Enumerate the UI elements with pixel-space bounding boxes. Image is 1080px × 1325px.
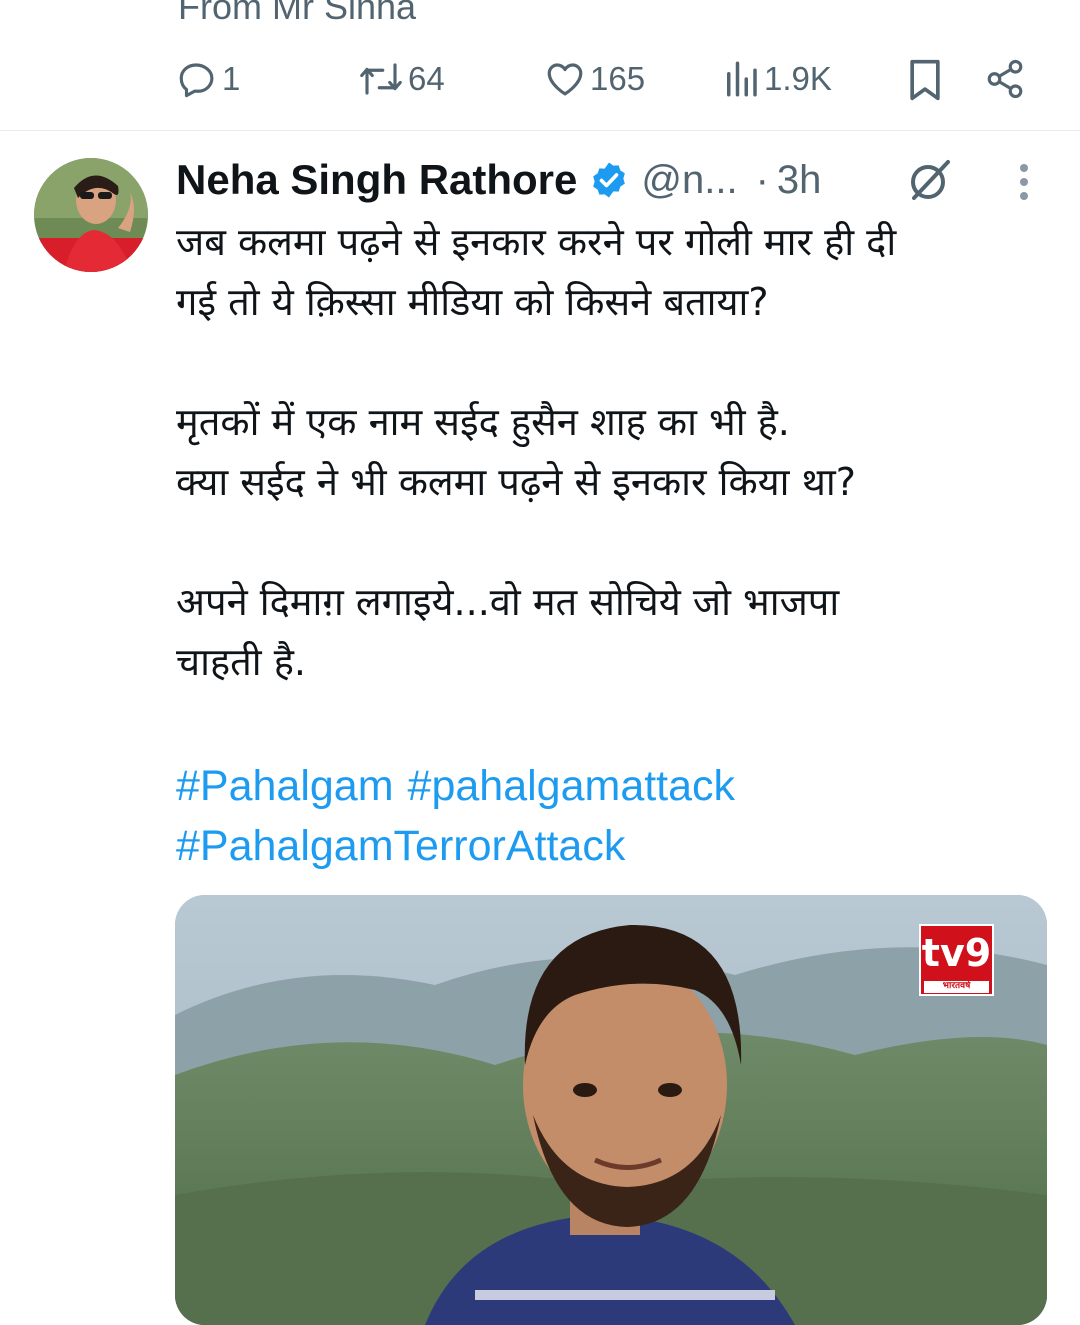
hashtags: #Pahalgam #pahalgamattack #PahalgamTerror… xyxy=(176,756,1036,876)
hashtag-link[interactable]: #PahalgamTerrorAttack xyxy=(176,822,625,870)
tweet-line: जब कलमा पढ़ने से इनकार करने पर गोली मार … xyxy=(176,220,897,264)
tweet-paragraph: जब कलमा पढ़ने से इनकार करने पर गोली मार … xyxy=(176,212,1036,332)
tv9-logo-subtext: भारतवर्ष xyxy=(942,981,971,991)
reply-button[interactable]: 1 xyxy=(176,58,240,100)
tweet-line: अपने दिमाग़ लगाइये...वो मत सोचिये जो भाज… xyxy=(176,580,840,624)
author-handle[interactable]: @n... xyxy=(641,158,737,203)
tweet-line: क्या सईद ने भी कलमा पढ़ने से इनकार किया … xyxy=(176,460,856,504)
previous-tweet: From Mr Sinha 1 64 165 1.9K xyxy=(0,0,1080,131)
author-name[interactable]: Neha Singh Rathore xyxy=(176,156,577,204)
tweet-text: जब कलमा पढ़ने से इनकार करने पर गोली मार … xyxy=(176,212,1036,752)
retweet-button[interactable]: 64 xyxy=(358,58,445,100)
tweet-line: गई तो ये क़िस्सा मीडिया को किसने बताया? xyxy=(176,280,769,324)
tv9-logo: tv9 xyxy=(921,931,992,975)
reply-count: 1 xyxy=(222,60,241,97)
hashtag-link[interactable]: #pahalgamattack xyxy=(408,762,736,810)
retweet-icon xyxy=(360,63,402,95)
retweet-count: 64 xyxy=(408,60,445,97)
bookmark-icon xyxy=(910,59,940,101)
share-button[interactable] xyxy=(984,58,1026,100)
more-options-button[interactable] xyxy=(1010,162,1038,207)
grok-icon xyxy=(911,160,950,200)
avatar-image xyxy=(34,158,148,272)
tweet-header: Neha Singh Rathore @n... · 3h xyxy=(176,150,821,210)
share-icon xyxy=(987,59,1023,99)
bookmark-button[interactable] xyxy=(906,58,944,102)
more-options-icon xyxy=(1020,164,1028,200)
views-button[interactable]: 1.9K xyxy=(722,58,832,100)
tweet-line: मृतकों में एक नाम सईद हुसैन शाह का भी है… xyxy=(176,400,790,444)
separator-dot: · xyxy=(755,157,769,202)
like-icon xyxy=(547,63,583,96)
like-count: 165 xyxy=(590,60,646,97)
views-count: 1.9K xyxy=(764,60,832,97)
media-photo xyxy=(175,895,1047,1325)
tweet-media-image[interactable]: tv9 भारतवर्ष xyxy=(175,895,1047,1325)
avatar[interactable] xyxy=(34,158,148,272)
previous-tweet-text: From Mr Sinha xyxy=(178,0,417,27)
reply-icon xyxy=(179,63,214,98)
tweet-paragraph: मृतकों में एक नाम सईद हुसैन शाह का भी है… xyxy=(176,392,1036,512)
views-icon xyxy=(727,61,757,97)
tweet-line: चाहती है. xyxy=(176,640,306,684)
tweet-time[interactable]: 3h xyxy=(777,158,822,203)
hashtag-link[interactable]: #Pahalgam xyxy=(176,762,394,810)
verified-badge-icon xyxy=(593,162,626,198)
like-button[interactable]: 165 xyxy=(544,58,645,100)
tweet-paragraph: अपने दिमाग़ लगाइये...वो मत सोचिये जो भाज… xyxy=(176,572,1036,692)
grok-button[interactable] xyxy=(906,156,954,209)
